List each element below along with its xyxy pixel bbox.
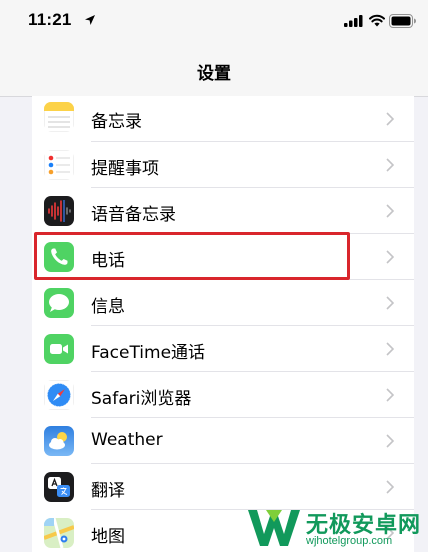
cellular-signal-icon: [344, 15, 363, 27]
translate-app-icon: [44, 472, 74, 502]
voice-memos-app-icon: [44, 196, 74, 226]
messages-app-icon: [44, 288, 74, 318]
settings-row-label: 语音备忘录: [91, 205, 176, 225]
site-watermark: 无极安卓网 wjhotelgroup.com: [244, 504, 428, 552]
chevron-right-icon: [386, 388, 394, 402]
settings-row-facetime[interactable]: FaceTime通话: [32, 326, 414, 372]
navigation-bar: 设置: [0, 44, 428, 97]
maps-app-icon: [44, 518, 74, 548]
chevron-right-icon: [386, 434, 394, 448]
reminders-app-icon: [44, 150, 74, 180]
status-time: 11:21: [28, 10, 72, 29]
wifi-icon: [369, 14, 385, 27]
location-arrow-icon: [85, 15, 95, 25]
chevron-right-icon: [386, 112, 394, 126]
chevron-right-icon: [386, 158, 394, 172]
settings-row-label: 备忘录: [91, 112, 142, 132]
settings-row-label: FaceTime通话: [91, 343, 206, 363]
weather-app-icon: [44, 426, 74, 456]
chevron-right-icon: [386, 204, 394, 218]
chevron-right-icon: [386, 342, 394, 356]
settings-row-label: 信息: [91, 297, 125, 317]
safari-app-icon: [44, 380, 74, 410]
settings-row-reminders[interactable]: 提醒事项: [32, 142, 414, 188]
settings-row-voice-memos[interactable]: 语音备忘录: [32, 188, 414, 234]
settings-list: 备忘录 提醒事项 语音备忘录 电话 信息 FaceTime通话 Safari浏览…: [32, 96, 414, 552]
settings-row-label: Weather: [91, 430, 163, 450]
settings-row-label: 地图: [91, 527, 125, 547]
watermark-site-url: wjhotelgroup.com: [306, 535, 393, 547]
settings-row-notes[interactable]: 备忘录: [32, 96, 414, 142]
phone-row-highlight-box: [34, 232, 350, 280]
chevron-right-icon: [386, 480, 394, 494]
facetime-app-icon: [44, 334, 74, 364]
settings-row-label: 提醒事项: [91, 159, 159, 179]
chevron-right-icon: [386, 296, 394, 310]
status-bar: 11:21: [0, 0, 428, 44]
notes-app-icon: [44, 102, 74, 132]
chevron-right-icon: [386, 250, 394, 264]
battery-icon: [389, 14, 416, 28]
settings-row-label: Safari浏览器: [91, 389, 192, 409]
page-title: 设置: [197, 64, 231, 84]
settings-row-messages[interactable]: 信息: [32, 280, 414, 326]
settings-row-safari[interactable]: Safari浏览器: [32, 372, 414, 418]
settings-row-label: 翻译: [91, 481, 125, 501]
settings-row-weather[interactable]: Weather: [32, 418, 414, 464]
watermark-logo-icon: [248, 510, 300, 546]
